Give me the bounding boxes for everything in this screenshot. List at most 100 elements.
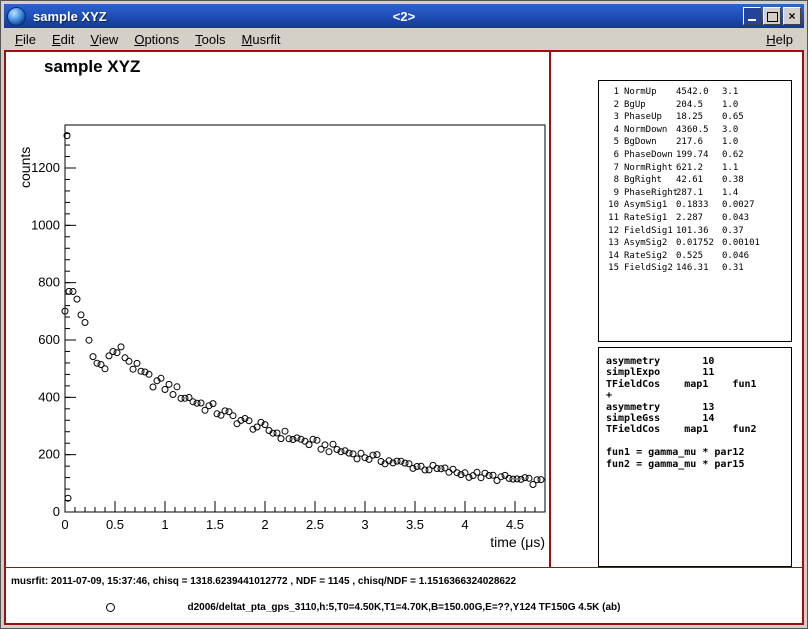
plot-area[interactable]: 00.511.522.533.544.502004006008001000120… <box>6 52 566 572</box>
param-row: 6PhaseDown199.740.62 <box>605 149 791 162</box>
menu-file[interactable]: File <box>7 30 44 49</box>
theory-line: simpleGss 14 <box>606 413 791 424</box>
param-value: 217.6 <box>676 136 722 149</box>
menu-view[interactable]: View <box>82 30 126 49</box>
pad-border-horizontal <box>6 567 802 568</box>
param-index: 11 <box>605 212 619 225</box>
param-name: PhaseUp <box>624 111 676 124</box>
x-tick-label: 4.5 <box>506 517 524 532</box>
param-row: 2BgUp204.51.0 <box>605 99 791 112</box>
param-row: 9PhaseRight287.11.4 <box>605 187 791 200</box>
param-row: 1NormUp4542.03.1 <box>605 86 791 99</box>
param-index: 1 <box>605 86 619 99</box>
menu-options[interactable]: Options <box>126 30 187 49</box>
x-tick-label: 0 <box>61 517 68 532</box>
param-name: NormUp <box>624 86 676 99</box>
data-point <box>174 384 180 390</box>
theory-line: asymmetry 13 <box>606 402 791 413</box>
param-row: 11RateSig12.2870.043 <box>605 212 791 225</box>
param-row: 3PhaseUp18.250.65 <box>605 111 791 124</box>
param-value: 621.2 <box>676 162 722 175</box>
param-error: 1.0 <box>722 99 738 112</box>
theory-line: TFieldCos map1 fun2 <box>606 424 791 435</box>
data-point <box>314 437 320 443</box>
theory-line <box>606 436 791 447</box>
param-name: FieldSig2 <box>624 262 676 275</box>
param-error: 1.0 <box>722 136 738 149</box>
data-point <box>294 435 300 441</box>
fit-info-line: musrfit: 2011-07-09, 15:37:46, chisq = 1… <box>11 576 516 587</box>
theory-box: asymmetry 10simplExpo 11TFieldCos map1 f… <box>598 347 792 567</box>
param-name: RateSig2 <box>624 250 676 263</box>
root-canvas[interactable]: sample XYZ 00.511.522.533.544.5020040060… <box>4 50 804 625</box>
data-point <box>86 337 92 343</box>
data-point <box>214 411 220 417</box>
data-point <box>78 312 84 318</box>
legend-text: d2006/deltat_pta_gps_3110,h:5,T0=4.50K,T… <box>6 602 802 613</box>
menu-edit[interactable]: Edit <box>44 30 82 49</box>
x-tick-label: 1 <box>161 517 168 532</box>
theory-line: fun1 = gamma_mu * par12 <box>606 447 791 458</box>
data-point <box>126 358 132 364</box>
param-name: PhaseRight <box>624 187 676 200</box>
menubar: FileEditViewOptionsToolsMusrfit Help <box>4 28 804 50</box>
param-value: 0.01752 <box>676 237 722 250</box>
data-point <box>94 360 100 366</box>
y-tick-label: 400 <box>38 389 60 404</box>
param-value: 101.36 <box>676 225 722 238</box>
data-point <box>490 472 496 478</box>
menu-help[interactable]: Help <box>758 30 801 49</box>
param-name: RateSig1 <box>624 212 676 225</box>
data-point <box>326 449 332 455</box>
plot-frame <box>65 125 545 512</box>
data-point <box>274 430 280 436</box>
y-axis-label: counts <box>17 147 33 188</box>
data-point <box>290 437 296 443</box>
param-name: PhaseDown <box>624 149 676 162</box>
window-controls: × <box>743 7 801 25</box>
data-point <box>354 456 360 462</box>
data-point <box>446 469 452 475</box>
pad-border-vertical <box>549 52 551 568</box>
param-name: NormDown <box>624 124 676 137</box>
param-row: 8BgRight42.610.38 <box>605 174 791 187</box>
data-point <box>374 452 380 458</box>
maximize-button[interactable] <box>763 7 781 25</box>
theory-line: asymmetry 10 <box>606 356 791 367</box>
data-point <box>166 381 172 387</box>
data-point <box>230 413 236 419</box>
param-row: 5BgDown217.61.0 <box>605 136 791 149</box>
x-tick-label: 0.5 <box>106 517 124 532</box>
x-tick-label: 1.5 <box>206 517 224 532</box>
param-index: 2 <box>605 99 619 112</box>
close-button[interactable]: × <box>783 7 801 25</box>
data-point <box>74 296 80 302</box>
x-tick-label: 4 <box>461 517 468 532</box>
minimize-button[interactable] <box>743 7 761 25</box>
param-row: 4NormDown4360.53.0 <box>605 124 791 137</box>
maximize-icon <box>767 12 778 22</box>
param-name: BgDown <box>624 136 676 149</box>
titlebar[interactable]: sample XYZ <2> × <box>4 4 804 28</box>
param-row: 7NormRight621.21.1 <box>605 162 791 175</box>
param-index: 10 <box>605 199 619 212</box>
param-name: NormRight <box>624 162 676 175</box>
menu-tools[interactable]: Tools <box>187 30 233 49</box>
session-label: <2> <box>393 9 415 24</box>
y-tick-label: 1200 <box>31 160 60 175</box>
param-row: 12FieldSig1101.360.37 <box>605 225 791 238</box>
theory-line: + <box>606 390 791 401</box>
data-point <box>494 478 500 484</box>
param-error: 3.0 <box>722 124 738 137</box>
param-value: 0.525 <box>676 250 722 263</box>
param-value: 42.61 <box>676 174 722 187</box>
data-point <box>450 466 456 472</box>
data-point <box>198 400 204 406</box>
y-tick-label: 200 <box>38 447 60 462</box>
menu-musrfit[interactable]: Musrfit <box>234 30 289 49</box>
param-row: 13AsymSig20.017520.00101 <box>605 237 791 250</box>
data-point <box>122 355 128 361</box>
param-error: 0.043 <box>722 212 749 225</box>
param-index: 12 <box>605 225 619 238</box>
app-window: sample XYZ <2> × FileEditViewOptionsTool… <box>0 0 808 629</box>
